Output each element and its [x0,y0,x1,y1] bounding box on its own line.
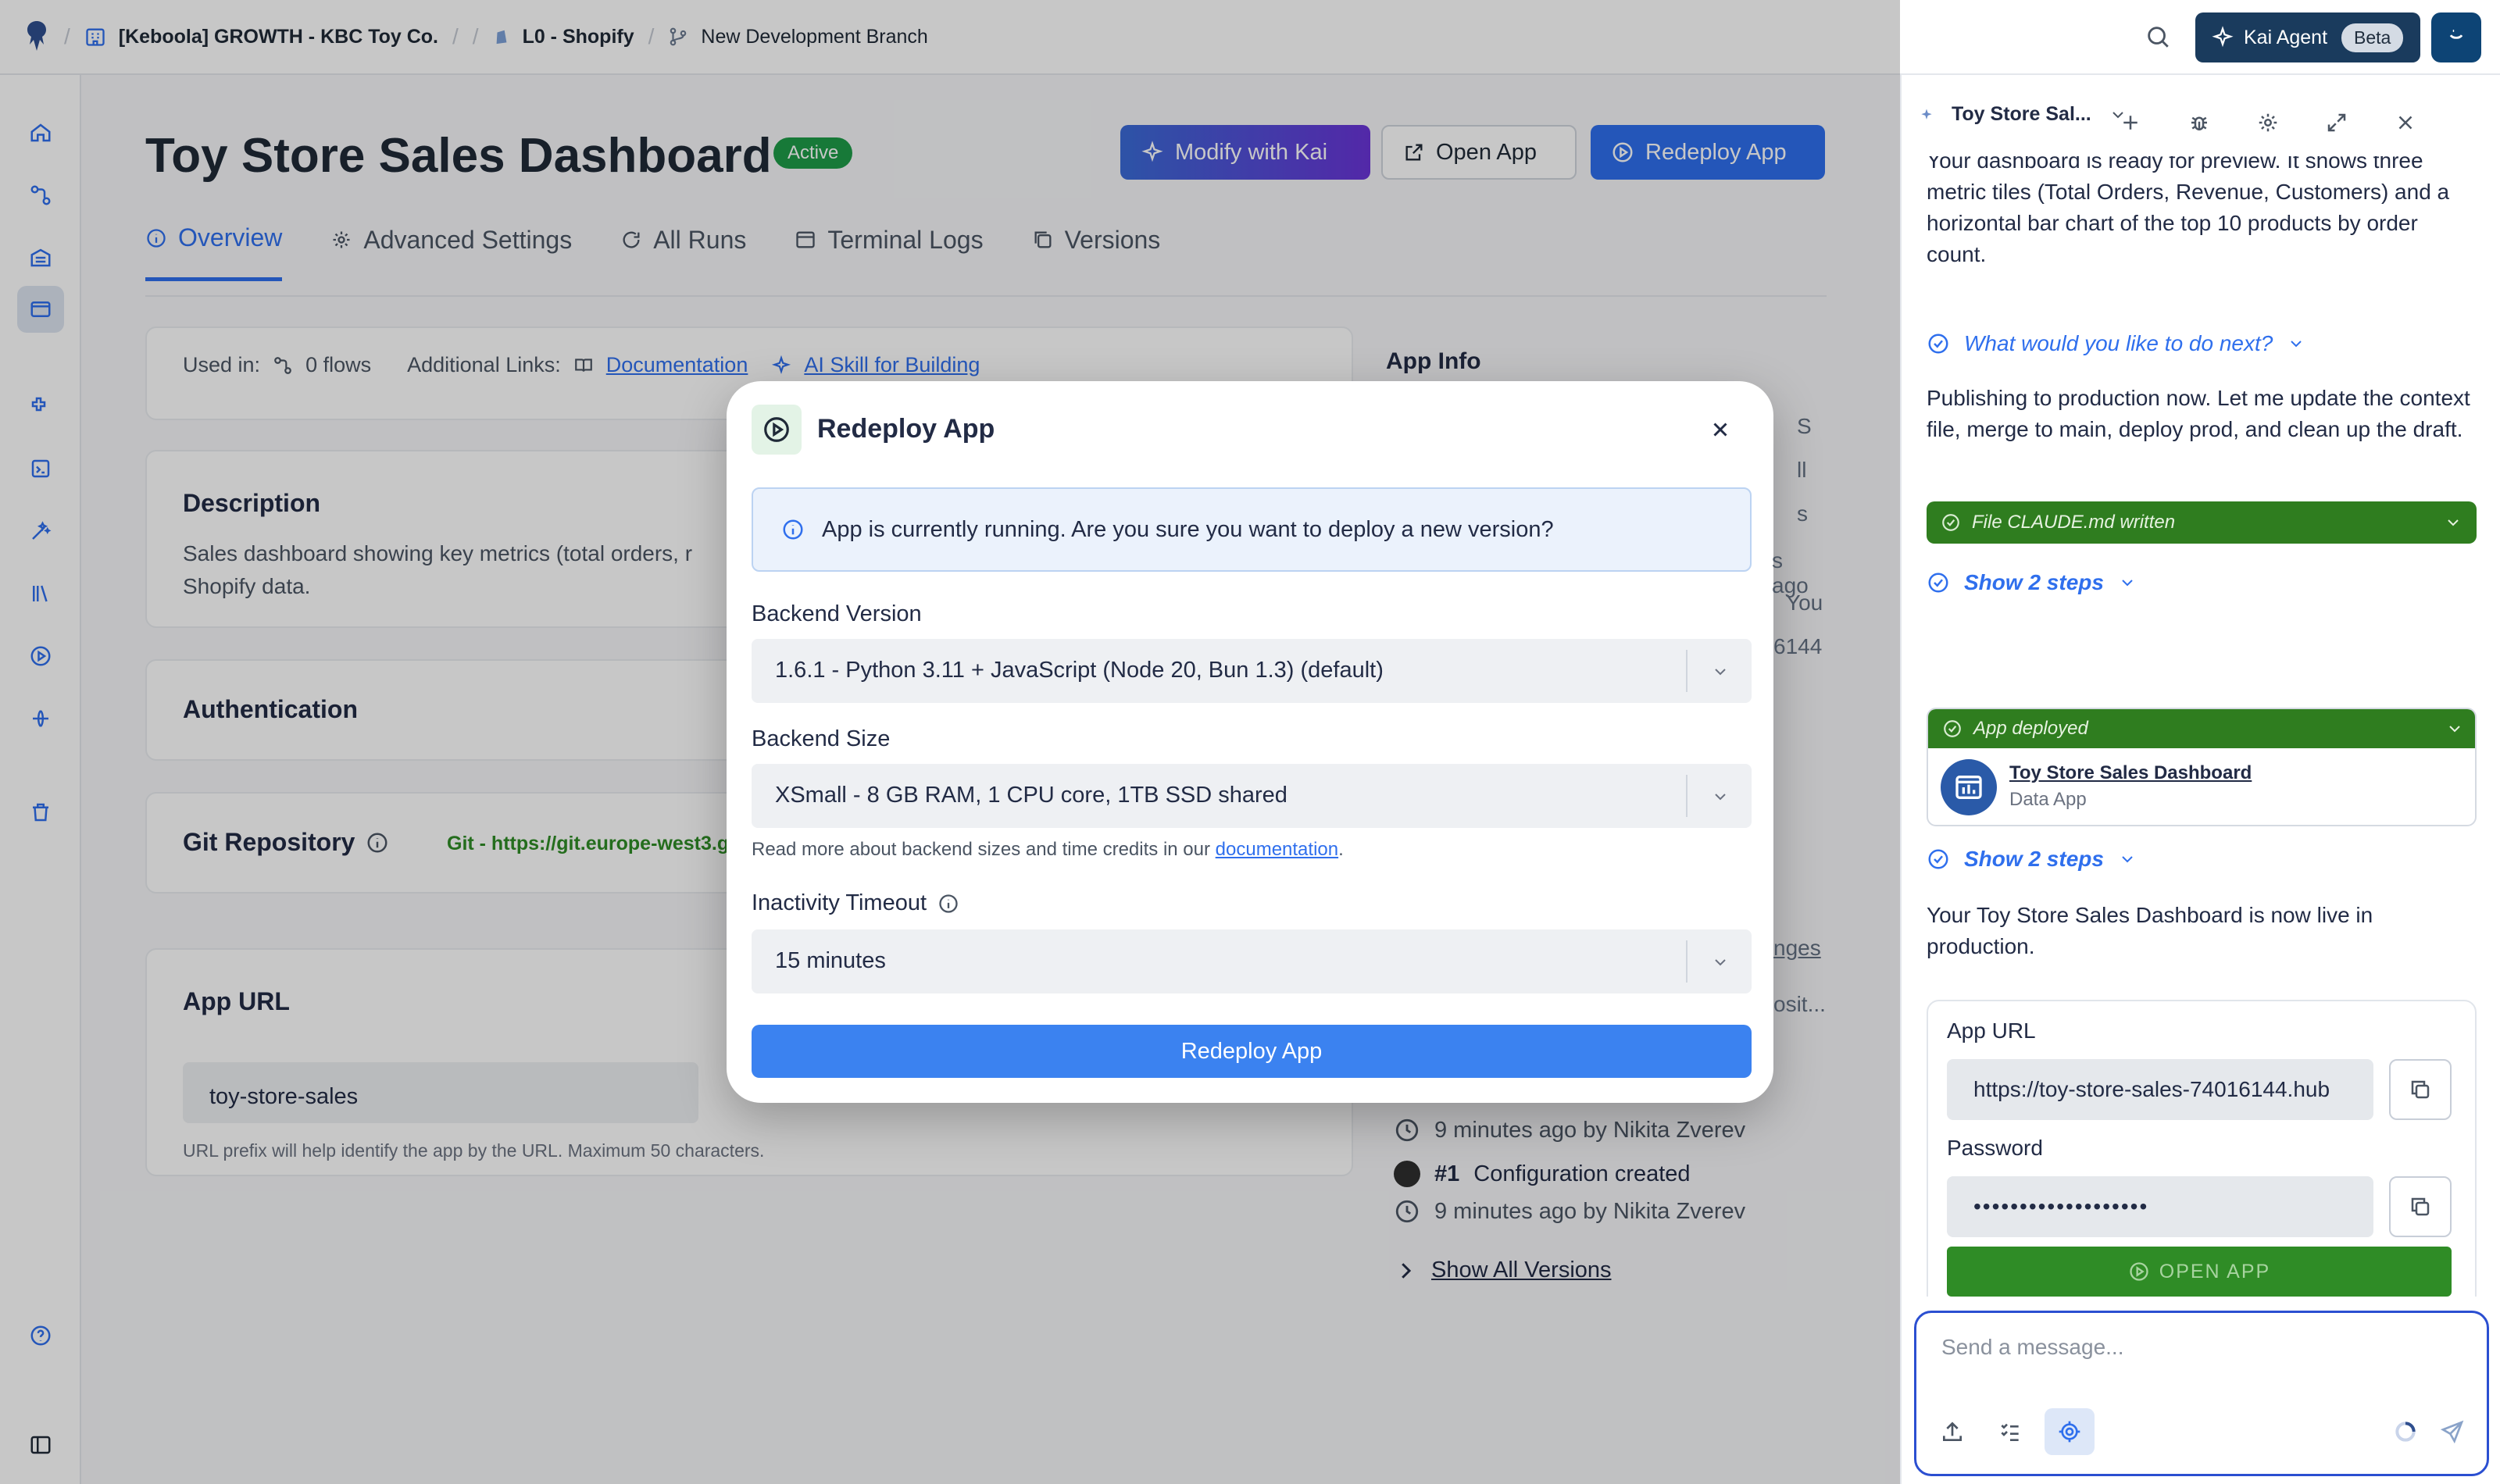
chevron-down-icon [1711,787,1730,806]
info-icon[interactable] [938,893,959,915]
kai-chat-panel: Toy Store Sal... Your dashboard is ready… [1900,75,2500,1484]
chevron-down-icon [2444,513,2462,532]
modal-redeploy-button[interactable]: Redeploy App [752,1025,1752,1078]
info-icon [781,518,805,541]
assistant-message: Your dashboard is ready for preview. It … [1927,156,2450,266]
size-hint-suffix: . [1338,839,1344,860]
sparkle-icon [1919,107,1934,123]
info-alert: App is currently running. Are you sure y… [752,487,1752,572]
size-hint: Read more about backend sizes and time c… [752,839,1344,861]
target-context-button[interactable] [2045,1408,2095,1455]
app-url-label: App URL [1947,1018,2036,1043]
password-label: Password [1947,1136,2043,1160]
question-text: What would you like to do next? [1964,331,2273,355]
close-icon[interactable] [2394,111,2417,134]
modal-title: Redeploy App [817,414,995,444]
send-icon[interactable] [2440,1419,2465,1444]
backend-version-label: Backend Version [752,601,922,626]
close-icon[interactable] [1702,411,1739,448]
file-written-text: File CLAUDE.md written [1972,512,2176,533]
size-documentation-link[interactable]: documentation [1216,839,1338,860]
app-deployed-bar[interactable]: App deployed [1928,709,2475,748]
app-info-fragment: 6144 [1773,634,1823,658]
backend-size-select[interactable]: XSmall - 8 GB RAM, 1 CPU core, 1TB SSD s… [752,764,1752,828]
sparkle-icon [2211,26,2234,49]
size-hint-text: Read more about backend sizes and time c… [752,839,1216,860]
app-url-field[interactable]: https://toy-store-sales-74016144.hub [1947,1059,2373,1120]
assistant-message: Your Toy Store Sales Dashboard is now li… [1927,903,2373,958]
app-deployed-card: App deployed Toy Store Sales Dashboard D… [1927,708,2477,826]
open-app-label: OPEN APP [2159,1260,2271,1282]
app-url-credentials-card: App URL https://toy-store-sales-74016144… [1927,1000,2477,1297]
assistant-message: Publishing to production now. Let me upd… [1927,386,2470,441]
timeout-value: 15 minutes [775,948,886,973]
chat-title: Toy Store Sal... [1952,103,2091,125]
backend-version-value: 1.6.1 - Python 3.11 + JavaScript (Node 2… [775,658,1384,683]
copy-icon [2409,1078,2432,1101]
chevron-down-icon [2287,334,2305,353]
app-info-fragment: osit... [1773,992,1826,1016]
select-divider [1686,775,1688,817]
checklist-icon[interactable] [1998,1419,2023,1444]
check-circle-icon [1927,571,1950,594]
chat-messages: Your dashboard is ready for preview. It … [1902,156,2500,1297]
select-divider [1686,940,1688,983]
open-app-chat-button[interactable]: OPEN APP [1947,1247,2452,1297]
app-info-fragment: You [1786,590,1823,615]
timeout-label-row: Inactivity Timeout [752,890,959,916]
upload-icon[interactable] [1940,1419,1965,1444]
check-circle-icon [1927,332,1950,355]
suggestion-toggle[interactable]: What would you like to do next? [1927,331,2305,356]
chevron-down-icon [1711,662,1730,681]
backend-size-value: XSmall - 8 GB RAM, 1 CPU core, 1TB SSD s… [775,783,1288,808]
beta-badge: Beta [2341,23,2404,52]
password-field[interactable]: ••••••••••••••••••• [1947,1176,2373,1237]
copy-password-button[interactable] [2389,1176,2452,1237]
chevron-down-icon [2118,573,2137,592]
timeout-select[interactable]: 15 minutes [752,929,1752,993]
message-input[interactable]: Send a message... [1941,1335,2123,1360]
chat-conversation-selector[interactable]: Toy Store Sal... [1919,103,2127,126]
chevron-down-icon [2445,719,2464,738]
select-divider [1686,650,1688,692]
show-steps-text: Show 2 steps [1964,570,2104,594]
deployed-app-type: Data App [2009,789,2087,810]
expand-icon[interactable] [2325,111,2348,134]
app-info-fragment: S [1797,414,1812,438]
check-circle-icon [1927,847,1950,871]
kai-agent-label: Kai Agent [2244,26,2328,48]
play-circle-icon [752,405,802,455]
backend-version-select[interactable]: 1.6.1 - Python 3.11 + JavaScript (Node 2… [752,639,1752,703]
app-info-fragment: nges [1773,936,1821,960]
message-composer: Send a message... [1914,1311,2489,1476]
show-steps-toggle[interactable]: Show 2 steps [1927,570,2137,595]
play-circle-icon [2128,1261,2150,1282]
app-info-fragment: s [1797,501,1808,526]
timeout-label: Inactivity Timeout [752,890,927,915]
backend-size-label: Backend Size [752,726,891,751]
copy-icon [2409,1195,2432,1218]
dashboard-app-icon [1941,759,1997,815]
search-icon[interactable] [2145,23,2171,50]
app-deployed-text: App deployed [1973,718,2088,739]
app-info-fragment: ll [1797,458,1807,482]
bug-icon[interactable] [2188,111,2211,134]
show-steps-text: Show 2 steps [1964,847,2104,871]
plus-icon[interactable] [2119,111,2142,134]
chevron-down-icon [2118,850,2137,869]
user-avatar[interactable] [2431,12,2481,62]
alert-text: App is currently running. Are you sure y… [822,516,1554,542]
gear-icon[interactable] [2256,111,2280,134]
copy-url-button[interactable] [2389,1059,2452,1120]
redeploy-modal: Redeploy App App is currently running. A… [727,381,1773,1103]
kai-agent-button[interactable]: Kai Agent Beta [2195,12,2420,62]
check-circle-icon [1941,512,1961,533]
deployed-app-link[interactable]: Toy Store Sales Dashboard [2009,762,2252,784]
show-steps-toggle[interactable]: Show 2 steps [1927,847,2137,872]
chevron-down-icon [1711,953,1730,972]
loading-spinner-icon [2393,1419,2418,1444]
file-written-bar[interactable]: File CLAUDE.md written [1927,501,2477,544]
check-circle-icon [1942,719,1962,739]
